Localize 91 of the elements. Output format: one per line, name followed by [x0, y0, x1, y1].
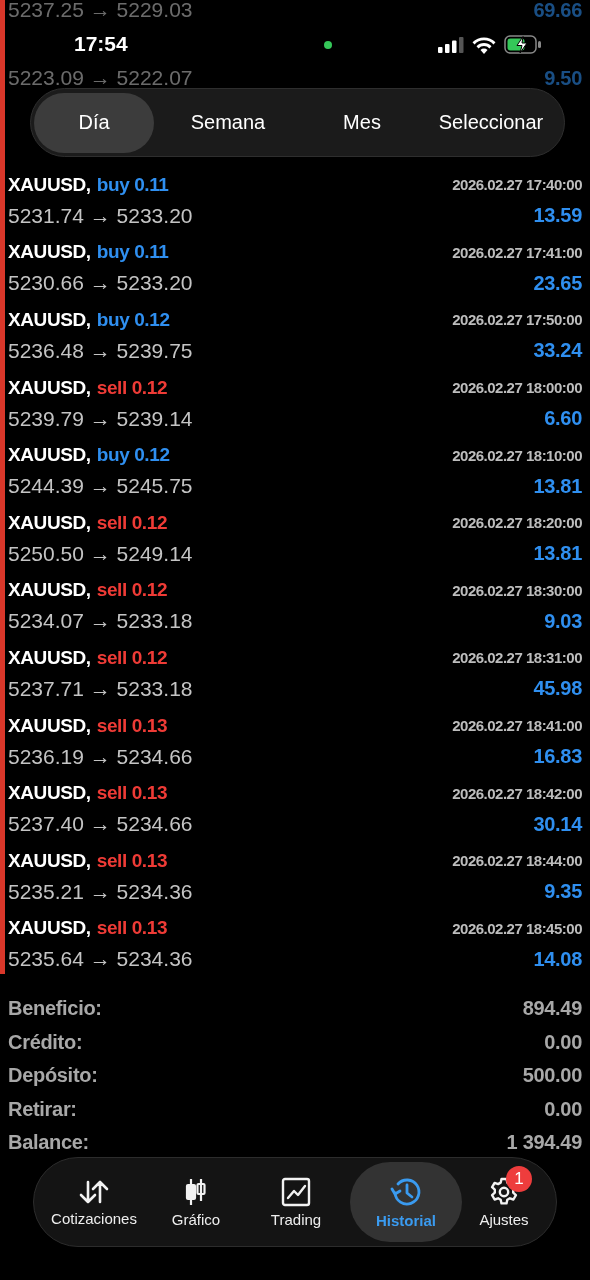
- trade-time: 2026.02.27 18:20:00: [452, 514, 582, 532]
- symbol-label: XAUUSD,: [8, 646, 91, 668]
- trade-time: 2026.02.27 18:00:00: [452, 379, 582, 397]
- price-range: 5235.64 → 5234.36: [8, 947, 193, 972]
- tab-bar-item[interactable]: Gráfico: [150, 1162, 242, 1242]
- period-tab[interactable]: Seleccionar: [422, 92, 560, 153]
- notification-badge: 1: [506, 1166, 532, 1192]
- signal-icon: [438, 36, 464, 53]
- profit-value: 13.81: [533, 542, 582, 566]
- summary-label: Balance:: [8, 1131, 89, 1155]
- trade-time: 2026.02.27 17:50:00: [452, 311, 582, 329]
- period-tab[interactable]: Semana: [154, 92, 302, 153]
- profit-value: 13.59: [533, 204, 582, 228]
- symbol-label: XAUUSD,: [8, 376, 91, 398]
- line-chart-icon: [281, 1176, 311, 1207]
- price-range: 5230.66 → 5233.20: [8, 271, 193, 296]
- status-time: 17:54: [74, 32, 128, 56]
- privacy-indicator-icon: [324, 41, 332, 49]
- summary-value: 894.49: [522, 997, 582, 1021]
- profit-value: 30.14: [533, 812, 582, 836]
- price-range: 5237.71 → 5233.18: [8, 676, 193, 701]
- profit-value: 23.65: [533, 271, 582, 295]
- symbol-label: XAUUSD,: [8, 241, 91, 263]
- profit-value: 33.24: [533, 339, 582, 363]
- trade-time: 2026.02.27 18:41:00: [452, 717, 582, 735]
- trade-time: 2026.02.27 18:30:00: [452, 581, 582, 599]
- order-label: buy 0.11: [96, 241, 169, 263]
- price-range: 5223.09 → 5222.07: [8, 66, 193, 90]
- symbol-label: XAUUSD,: [8, 173, 91, 195]
- summary-value: 500.00: [522, 1064, 582, 1088]
- price-range: 5237.25 → 5229.03: [8, 0, 193, 22]
- symbol-label: XAUUSD,: [8, 917, 91, 939]
- tab-bar-item[interactable]: Trading: [242, 1162, 350, 1242]
- order-label: sell 0.13: [96, 714, 168, 736]
- order-label: sell 0.12: [96, 579, 168, 601]
- profit-value: 69.66: [533, 0, 582, 22]
- order-label: buy 0.12: [96, 444, 170, 466]
- summary-value: 0.00: [544, 1030, 582, 1054]
- symbol-label: XAUUSD,: [8, 579, 91, 601]
- profit-value: 6.60: [544, 407, 582, 431]
- price-range: 5236.19 → 5234.66: [8, 744, 193, 769]
- symbol-label: XAUUSD,: [8, 444, 91, 466]
- profit-value: 9.03: [544, 609, 582, 633]
- order-label: buy 0.11: [96, 173, 169, 195]
- summary-value: 0.00: [544, 1097, 582, 1121]
- wifi-icon: [472, 35, 496, 54]
- summary-label: Depósito:: [8, 1064, 98, 1088]
- trade-time: 2026.02.27 17:41:00: [452, 243, 582, 261]
- order-label: sell 0.12: [96, 376, 168, 398]
- profit-value: 45.98: [533, 677, 582, 701]
- profit-value: 9.50: [544, 66, 582, 90]
- period-tab[interactable]: Mes: [302, 92, 422, 153]
- price-range: 5236.48 → 5239.75: [8, 339, 193, 363]
- profit-value: 14.08: [533, 947, 582, 971]
- trade-time: 2026.02.27 18:10:00: [452, 446, 582, 464]
- price-range: 5237.40 → 5234.66: [8, 812, 193, 837]
- price-range: 5231.74 → 5233.20: [8, 203, 193, 228]
- tab-bar-item[interactable]: Cotizaciones: [38, 1162, 150, 1242]
- price-range: 5235.21 → 5234.36: [8, 879, 193, 904]
- order-label: sell 0.12: [96, 646, 168, 668]
- price-range: 5244.39 → 5245.75: [8, 474, 193, 499]
- summary-label: Beneficio:: [8, 997, 102, 1021]
- price-range: 5250.50 → 5249.14: [8, 541, 193, 566]
- order-label: sell 0.13: [96, 917, 168, 939]
- symbol-label: XAUUSD,: [8, 511, 91, 533]
- profit-value: 13.81: [533, 474, 582, 498]
- symbol-label: XAUUSD,: [8, 309, 91, 330]
- summary-value: 1 394.49: [506, 1131, 582, 1155]
- order-label: buy 0.12: [96, 309, 170, 330]
- trade-time: 2026.02.27 18:42:00: [452, 784, 582, 802]
- price-range: 5239.79 → 5239.14: [8, 406, 193, 431]
- profit-value: 9.35: [544, 880, 582, 904]
- order-label: sell 0.13: [96, 782, 168, 804]
- battery-charging-icon: [504, 35, 542, 54]
- summary-label: Retirar:: [8, 1097, 77, 1121]
- profit-value: 16.83: [533, 745, 582, 769]
- symbol-label: XAUUSD,: [8, 782, 91, 804]
- tab-bar-item[interactable]: Historial: [350, 1162, 462, 1242]
- trade-time: 2026.02.27 18:44:00: [452, 852, 582, 870]
- trade-time: 2026.02.27 18:45:00: [452, 919, 582, 937]
- order-label: sell 0.13: [96, 849, 168, 871]
- period-tab[interactable]: Día: [34, 92, 154, 153]
- symbol-label: XAUUSD,: [8, 849, 91, 871]
- trade-time: 2026.02.27 17:40:00: [452, 176, 582, 194]
- symbol-label: XAUUSD,: [8, 714, 91, 736]
- summary-label: Crédito:: [8, 1030, 83, 1054]
- order-label: sell 0.12: [96, 511, 168, 533]
- trade-time: 2026.02.27 18:31:00: [452, 649, 582, 667]
- price-range: 5234.07 → 5233.18: [8, 609, 193, 634]
- tab-bar-item[interactable]: Ajustes 1: [462, 1162, 546, 1242]
- candlestick-icon: [183, 1176, 209, 1207]
